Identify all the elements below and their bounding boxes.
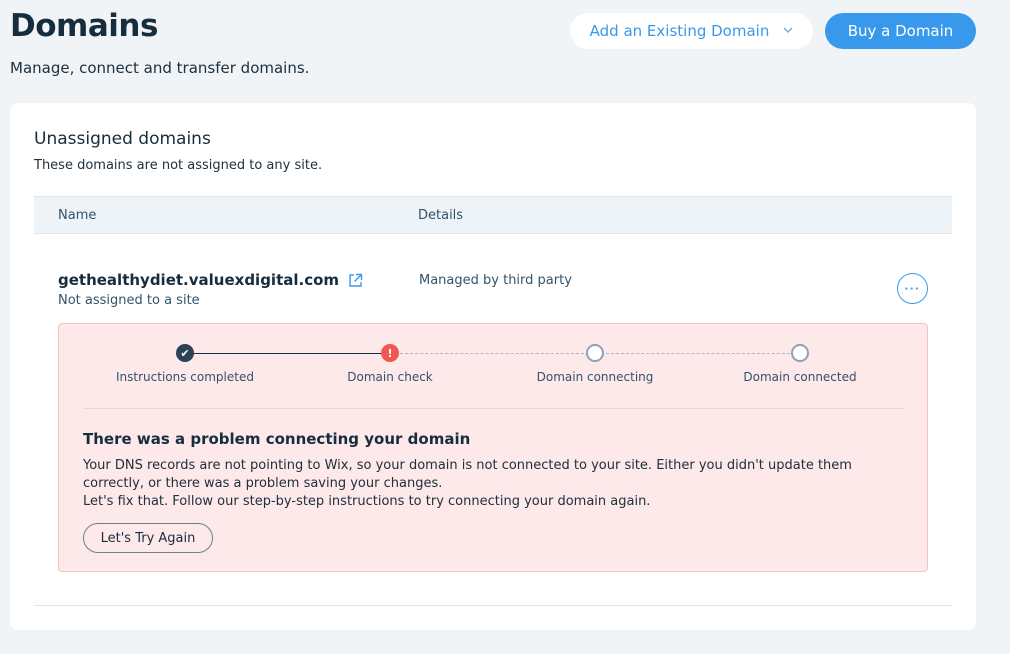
more-actions-button[interactable]: ···: [897, 273, 928, 304]
problem-description-line: Your DNS records are not pointing to Wix…: [83, 458, 852, 491]
domain-details: Managed by third party: [419, 273, 572, 288]
external-link-icon[interactable]: [348, 273, 363, 288]
domain-assignment-status: Not assigned to a site: [58, 293, 200, 308]
add-existing-domain-label: Add an Existing Domain: [589, 22, 770, 40]
step-label-instructions: Instructions completed: [116, 370, 254, 384]
page-title: Domains: [10, 8, 158, 44]
section-title: Unassigned domains: [34, 129, 211, 149]
column-header-details: Details: [418, 208, 464, 223]
add-existing-domain-button[interactable]: Add an Existing Domain: [570, 13, 813, 49]
problem-description-line: Let's fix that. Follow our step-by-step …: [83, 494, 651, 509]
step-label-domain-connecting: Domain connecting: [536, 370, 654, 384]
page-subtitle: Manage, connect and transfer domains.: [10, 59, 310, 77]
problem-title: There was a problem connecting your doma…: [83, 430, 471, 448]
row-divider: [34, 605, 952, 606]
column-header-name: Name: [58, 208, 97, 223]
step-completed-check-icon: ✔: [176, 344, 194, 362]
domain-name: gethealthydiet.valuexdigital.com: [58, 271, 363, 289]
connection-problem-panel: ✔ ! Instructions completed Domain check …: [58, 323, 928, 572]
domain-name-text: gethealthydiet.valuexdigital.com: [58, 271, 340, 289]
step-pending-circle-icon: [586, 344, 604, 362]
problem-description: Your DNS records are not pointing to Wix…: [83, 457, 883, 511]
step-error-icon: !: [381, 344, 399, 362]
buy-domain-button[interactable]: Buy a Domain: [825, 13, 976, 49]
panel-divider: [83, 408, 903, 409]
step-pending-circle-icon: [791, 344, 809, 362]
unassigned-domains-card: Unassigned domains These domains are not…: [10, 103, 976, 630]
section-description: These domains are not assigned to any si…: [34, 158, 323, 173]
step-label-domain-connected: Domain connected: [743, 370, 857, 384]
step-label-domain-check: Domain check: [347, 370, 433, 384]
table-header: Name Details: [34, 196, 952, 234]
try-again-button[interactable]: Let's Try Again: [83, 523, 213, 553]
chevron-down-icon: [783, 24, 793, 37]
progress-line-completed: [185, 353, 390, 354]
